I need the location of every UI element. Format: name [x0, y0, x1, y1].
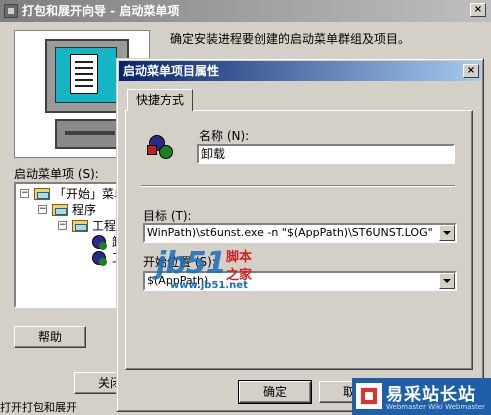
shortcut-icon — [147, 133, 177, 161]
computer-base — [55, 119, 125, 149]
wizard-title: 打包和展开向导 - 启动菜单项 — [22, 4, 180, 18]
wizard-close-icon[interactable]: × — [470, 3, 486, 17]
tree-item-label: 工程 — [92, 219, 117, 233]
help-button[interactable]: 帮助 — [14, 326, 86, 348]
brand-subtitle: Webmaster Wiki Webmaster — [386, 403, 486, 411]
window-icon — [4, 4, 18, 18]
collapse-icon[interactable]: − — [20, 189, 29, 198]
monitor-screen — [55, 47, 117, 103]
dropdown-arrow-icon[interactable] — [439, 225, 455, 241]
tree-label: 启动菜单项 (S): — [14, 167, 99, 181]
folder-icon — [34, 188, 50, 200]
watermark-url: www.jb51.net — [170, 280, 248, 291]
wizard-description: 确定安装进程要创建的启动菜单群组及项目。 — [170, 32, 411, 46]
collapse-icon[interactable]: − — [58, 221, 67, 230]
arrow-icon — [147, 145, 157, 155]
brand-name: 易采站长站 — [386, 385, 476, 405]
name-field[interactable]: 卸载 — [197, 144, 455, 164]
name-label: 名称 (N): — [199, 129, 250, 143]
watermark-logo-text: jb51 — [156, 246, 227, 281]
wizard-titlebar: 打包和展开向导 - 启动菜单项 × — [0, 0, 491, 22]
dialog-close-icon[interactable]: × — [463, 64, 479, 78]
brand-logo-icon — [356, 383, 382, 409]
watermark-cn1: 脚本 — [226, 250, 253, 265]
dropdown-arrow-icon[interactable] — [439, 273, 455, 289]
ok-button[interactable]: 确定 — [238, 380, 312, 404]
folder-icon — [52, 204, 68, 216]
bottom-caption: 打开打包和展开 — [0, 401, 77, 414]
target-label: 目标 (T): — [143, 209, 192, 223]
tree-item-label: 程序 — [72, 203, 97, 217]
target-combo[interactable]: WinPath)\st6unst.exe -n "$(AppPath)\ST6U… — [143, 223, 457, 243]
watermark-logo: jb51 脚本 之家 www.jb51.net — [148, 246, 288, 294]
target-value: WinPath)\st6unst.exe -n "$(AppPath)\ST6U… — [147, 226, 433, 239]
document-icon — [70, 54, 98, 94]
shortcut-icon — [92, 251, 107, 266]
globe-icon — [159, 145, 173, 159]
tab-shortcut[interactable]: 快捷方式 — [127, 89, 193, 111]
shortcut-icon — [92, 235, 107, 250]
separator — [141, 185, 455, 187]
collapse-icon[interactable]: − — [38, 205, 47, 214]
dialog-title: 启动菜单项目属性 — [123, 64, 220, 78]
folder-icon — [72, 220, 88, 232]
properties-dialog: 启动菜单项目属性 × 快捷方式 名称 (N): 卸载 目标 (T): WinPa… — [116, 58, 484, 412]
dialog-titlebar: 启动菜单项目属性 — [119, 61, 481, 81]
brand-badge: 易采站长站 Webmaster Wiki Webmaster — [352, 378, 491, 415]
